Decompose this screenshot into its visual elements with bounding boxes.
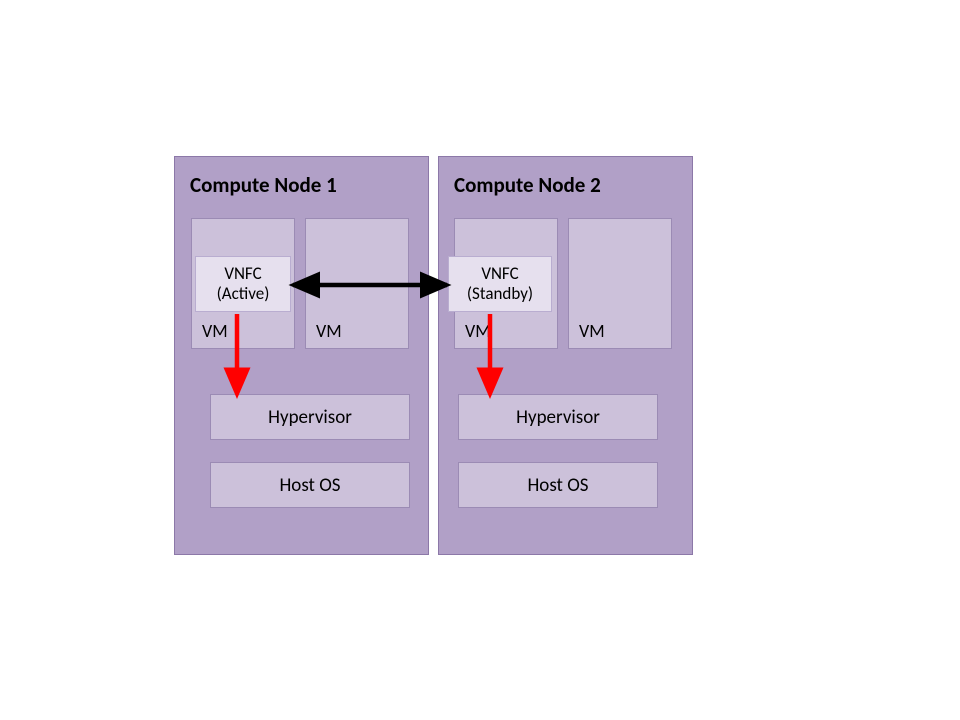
- compute-node-2-title: Compute Node 2: [454, 172, 601, 198]
- node2-vnfc-standby: VNFC (Standby): [448, 256, 552, 312]
- node2-host-os-label: Host OS: [527, 474, 588, 497]
- node2-hypervisor: Hypervisor: [458, 394, 658, 440]
- node1-host-os-label: Host OS: [279, 474, 340, 497]
- node2-vm1-label: VM: [455, 320, 491, 348]
- node1-vm2-label: VM: [306, 320, 342, 348]
- node1-vnfc-active: VNFC (Active): [195, 256, 291, 312]
- node1-hypervisor-label: Hypervisor: [268, 406, 352, 429]
- compute-node-1-title: Compute Node 1: [190, 172, 337, 198]
- node2-vnfc-line1: VNFC: [481, 264, 518, 284]
- node1-vm1-label: VM: [192, 320, 228, 348]
- node1-vnfc-line1: VNFC: [224, 264, 261, 284]
- node1-hypervisor: Hypervisor: [210, 394, 410, 440]
- node2-vm2-label: VM: [569, 320, 605, 348]
- node2-vnfc-line2: (Standby): [467, 284, 533, 304]
- node2-vm2: VM: [568, 218, 672, 349]
- node1-vm2: VM: [305, 218, 409, 349]
- diagram-canvas: Compute Node 1 VM VM VNFC (Active) Hyper…: [0, 0, 960, 720]
- node1-host-os: Host OS: [210, 462, 410, 508]
- node2-hypervisor-label: Hypervisor: [516, 406, 600, 429]
- node2-host-os: Host OS: [458, 462, 658, 508]
- node1-vnfc-line2: (Active): [217, 284, 270, 304]
